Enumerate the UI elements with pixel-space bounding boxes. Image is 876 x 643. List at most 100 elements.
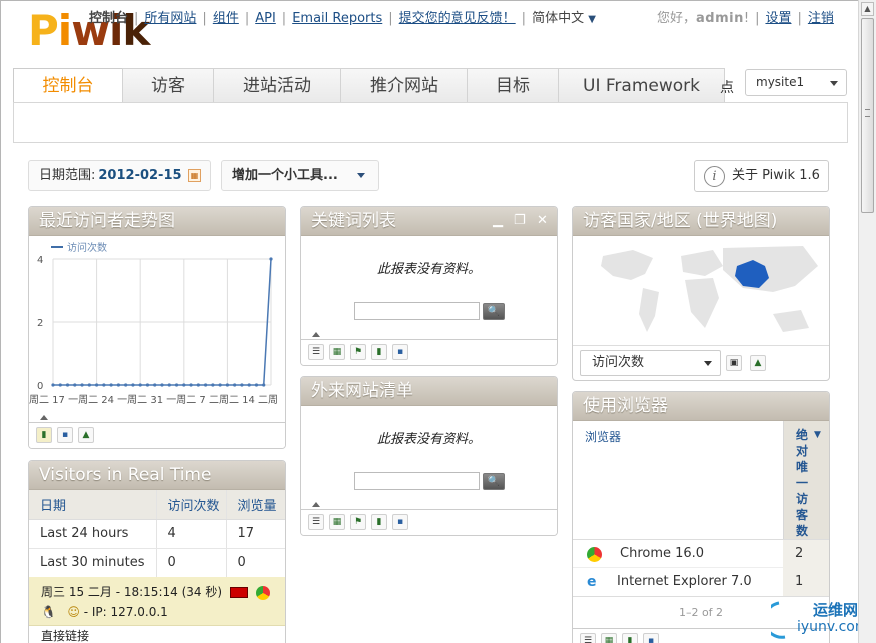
image-icon[interactable]: ▲ bbox=[750, 355, 766, 371]
data-point bbox=[182, 383, 186, 387]
search-button[interactable]: 🔍 bbox=[483, 303, 505, 320]
table-view-icon[interactable]: ☰ bbox=[580, 633, 596, 643]
about-label: 关于 Piwik 1.6 bbox=[732, 168, 820, 183]
africa-shape bbox=[685, 278, 719, 328]
col-browser[interactable]: 浏览器 bbox=[585, 428, 621, 445]
data-point bbox=[262, 383, 266, 387]
sort-desc-icon: ▼ bbox=[814, 430, 821, 440]
data-point bbox=[189, 383, 193, 387]
col-unique-visitors[interactable]: 绝对唯一访客数 ▼ bbox=[783, 421, 829, 539]
info-icon: i bbox=[704, 166, 725, 187]
export-icon[interactable]: ▪ bbox=[392, 344, 408, 360]
site-selector[interactable]: mysite1 bbox=[745, 69, 847, 96]
watermark-cn: 运维网 bbox=[813, 601, 858, 619]
export-icon[interactable]: ▪ bbox=[392, 514, 408, 530]
tab-ui-framework[interactable]: UI Framework bbox=[558, 68, 725, 103]
col-date[interactable]: 日期 bbox=[29, 490, 156, 520]
widget-title[interactable]: 最近访问者走势图 bbox=[29, 207, 285, 236]
scroll-up-arrow[interactable]: ▲ bbox=[861, 2, 874, 16]
row-visits: 4 bbox=[155, 519, 226, 549]
footer-toggle-icon[interactable] bbox=[312, 332, 320, 337]
table-view-icon[interactable]: ☰ bbox=[308, 344, 324, 360]
chart-bar-icon[interactable]: ▮ bbox=[371, 514, 387, 530]
date-range-selector[interactable]: 日期范围: 2012-02-15 ▦ bbox=[28, 160, 211, 191]
table-header-row: 日期 访问次数 浏览量 bbox=[29, 490, 285, 520]
no-data-message: 此报表没有资料。 bbox=[376, 432, 481, 447]
site-selector-label: mysite1 bbox=[756, 75, 805, 89]
add-widget-button[interactable]: 增加一个小工具... bbox=[221, 160, 379, 191]
widget-title[interactable]: 使用浏览器 bbox=[573, 392, 829, 421]
widget-title[interactable]: 外来网站清单 bbox=[301, 377, 557, 406]
world-map[interactable] bbox=[573, 236, 830, 346]
tab-actions[interactable]: 进站活动 bbox=[213, 68, 341, 103]
image-icon[interactable]: ▲ bbox=[78, 427, 94, 443]
minimize-icon[interactable]: ▁ bbox=[493, 214, 503, 228]
data-point bbox=[196, 383, 200, 387]
table-more-icon[interactable]: ▦ bbox=[329, 514, 345, 530]
table-more-icon[interactable]: ▦ bbox=[601, 633, 617, 643]
tab-referrers[interactable]: 推介网站 bbox=[340, 68, 468, 103]
search-button[interactable]: 🔍 bbox=[483, 473, 505, 490]
table-more-icon[interactable]: ▦ bbox=[329, 344, 345, 360]
calendar-icon[interactable]: ▦ bbox=[188, 169, 201, 182]
scroll-thumb[interactable] bbox=[861, 18, 874, 213]
data-point bbox=[269, 257, 273, 261]
add-widget-label: 增加一个小工具... bbox=[232, 168, 338, 183]
browsers-col-header-label: 浏览器 bbox=[573, 421, 783, 539]
browser-name: Chrome 16.0 bbox=[620, 546, 705, 561]
vertical-scrollbar[interactable]: ▲ bbox=[858, 0, 876, 643]
col-visits[interactable]: 访问次数 bbox=[155, 490, 226, 520]
logout-link[interactable]: 注销 bbox=[808, 11, 834, 26]
chart-bar-icon[interactable]: ▮ bbox=[371, 344, 387, 360]
export-icon[interactable]: ▪ bbox=[57, 427, 73, 443]
data-point bbox=[153, 383, 157, 387]
flag-icon bbox=[229, 587, 248, 598]
table-view-icon[interactable]: ☰ bbox=[308, 514, 324, 530]
realtime-table: 日期 访问次数 浏览量 Last 24 hours 4 17 Last 30 m… bbox=[29, 490, 285, 578]
last-visit-entry: 周三 15 二月 - 18:15:14 (34 秒) 🐧 ☺ - IP: 127… bbox=[29, 577, 285, 643]
widget-title[interactable]: 访客国家/地区 (世界地图) bbox=[573, 207, 829, 236]
maximize-icon[interactable]: ❐ bbox=[514, 214, 526, 228]
search-input[interactable] bbox=[354, 472, 480, 490]
nav-api[interactable]: API bbox=[255, 11, 276, 26]
about-piwik-button[interactable]: i 关于 Piwik 1.6 bbox=[694, 160, 829, 192]
settings-link[interactable]: 设置 bbox=[765, 11, 791, 26]
nav-feedback[interactable]: 提交您的意见反馈！ bbox=[399, 7, 516, 26]
search-input[interactable] bbox=[354, 302, 480, 320]
europe-shape bbox=[681, 250, 723, 276]
ie-icon: e bbox=[587, 574, 597, 590]
tab-visitors[interactable]: 访客 bbox=[122, 68, 214, 103]
col-pageviews[interactable]: 浏览量 bbox=[225, 490, 285, 520]
goals-flag-icon[interactable]: ⚑ bbox=[350, 514, 366, 530]
export-icon[interactable]: ▪ bbox=[643, 633, 659, 643]
fullscreen-icon[interactable]: ▣ bbox=[726, 355, 742, 371]
last-visit-referrer: 直接链接 bbox=[29, 625, 285, 643]
row-pageviews: 17 bbox=[225, 519, 285, 549]
chart-bar-icon[interactable]: ▮ bbox=[36, 427, 52, 443]
map-metric-label: 访问次数 bbox=[592, 355, 645, 370]
nav-all-websites[interactable]: 所有网站 bbox=[144, 7, 196, 26]
chart-grid bbox=[52, 258, 272, 386]
widget-visitor-map: 访客国家/地区 (世界地图) 访问次数 ▣ ▲ bbox=[572, 206, 830, 381]
language-select[interactable]: 简体中文 ▼ bbox=[532, 7, 596, 26]
close-icon[interactable]: ✕ bbox=[537, 214, 548, 228]
tab-goals[interactable]: 目标 bbox=[467, 68, 559, 103]
footer-toggle-icon[interactable] bbox=[312, 502, 320, 507]
visits-line-chart[interactable]: 访问次数 4 2 0 周二 17 一周二 24 一周二 31 一周二 7 二周二 1… bbox=[29, 237, 286, 417]
no-data-message: 此报表没有资料。 bbox=[376, 262, 481, 277]
last-visit-ip: - IP: 127.0.0.1 bbox=[83, 605, 168, 619]
footer-toggle-icon[interactable] bbox=[40, 415, 48, 420]
goals-flag-icon[interactable]: ⚑ bbox=[350, 344, 366, 360]
chart-legend: 访问次数 bbox=[67, 241, 107, 254]
map-metric-select[interactable]: 访问次数 bbox=[580, 350, 721, 376]
nav-widgets[interactable]: 组件 bbox=[213, 7, 239, 26]
widget-referrer-websites: 外来网站清单 此报表没有资料。 🔍 ☰ ▦ ⚑ ▮ ▪ bbox=[300, 376, 558, 536]
chart-bar-icon[interactable]: ▮ bbox=[622, 633, 638, 643]
tab-dashboard[interactable]: 控制台 bbox=[13, 68, 123, 104]
nav-email-reports[interactable]: Email Reports bbox=[292, 11, 382, 26]
row-visits: 0 bbox=[155, 548, 226, 578]
data-point bbox=[204, 383, 208, 387]
widget-title[interactable]: Visitors in Real Time bbox=[29, 461, 285, 490]
map-controls-divider bbox=[573, 345, 829, 346]
caret-down-icon bbox=[704, 361, 712, 366]
